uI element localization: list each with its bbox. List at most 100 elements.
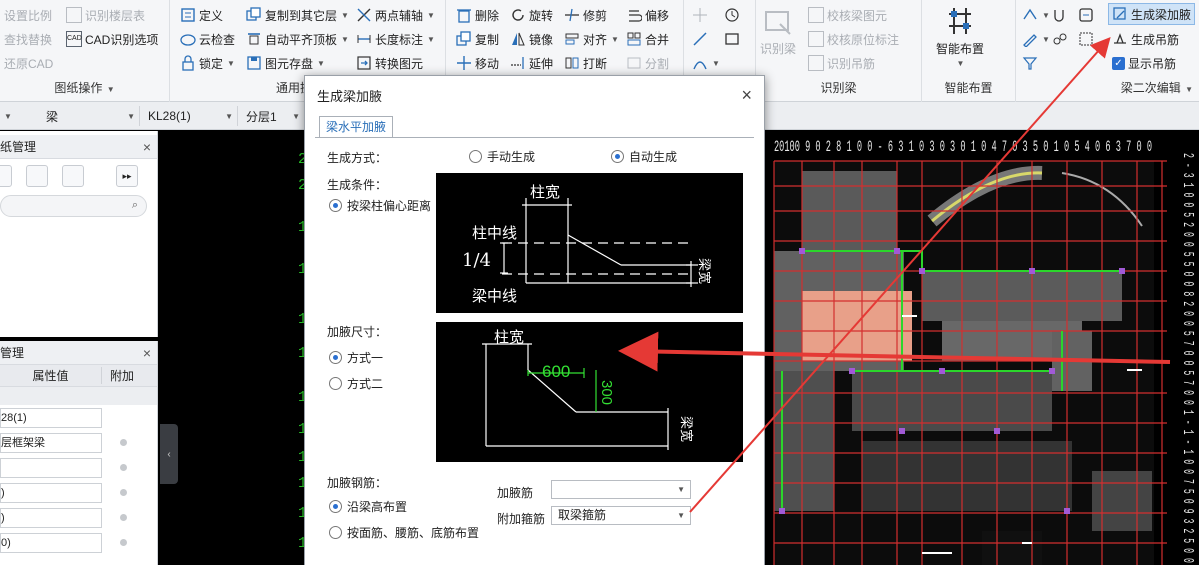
define-button[interactable]: 定义 (180, 4, 223, 26)
save-element-button[interactable]: 图元存盘 ▼ (246, 52, 325, 74)
extra-dot-icon[interactable] (120, 489, 127, 496)
set-scale-button[interactable]: 设置比例 (4, 4, 52, 26)
element-name-value: KL28(1) (148, 109, 191, 123)
collapse-panel-tab[interactable]: ‹ (160, 424, 178, 484)
copy-button[interactable]: 复制 (456, 28, 499, 50)
property-panel-title-text: 管理 (0, 346, 25, 360)
length-dim-button[interactable]: 长度标注 ▼ (356, 28, 435, 50)
manual-generate-label: 手动生成 (487, 150, 536, 164)
clock-icon (724, 7, 740, 23)
tool-e-button[interactable] (1052, 28, 1068, 50)
radio-on-icon (329, 351, 342, 364)
generate-haunch-button[interactable]: 生成梁加腋 (1108, 3, 1196, 25)
convert-element-button[interactable]: 转换图元 (356, 52, 423, 74)
property-value[interactable]: 层框架梁 (0, 432, 102, 453)
restore-cad-button[interactable]: 还原CAD (4, 52, 53, 74)
mode1-radio[interactable]: 方式一 (329, 349, 383, 366)
split-button[interactable]: 分割 (626, 52, 669, 74)
show-hanger-checkbox[interactable]: ✓ 显示吊筋 (1112, 52, 1176, 74)
mode2-radio[interactable]: 方式二 (329, 375, 383, 392)
extra-stirrup-select[interactable]: 取梁箍筋 ▼ (551, 506, 691, 525)
extra-dot-icon[interactable] (120, 464, 127, 471)
mirror-button[interactable]: 镜像 (510, 28, 553, 50)
extend-button[interactable]: 延伸 (510, 52, 553, 74)
drawing-search-input[interactable]: ⌕ (0, 195, 147, 217)
manual-generate-radio[interactable]: 手动生成 (469, 148, 535, 165)
merge-button[interactable]: 合并 (626, 28, 669, 50)
property-value[interactable]: 28(1) (0, 407, 102, 428)
line-tool-button[interactable] (692, 28, 708, 50)
property-value[interactable]: ) (0, 507, 102, 528)
property-value[interactable]: ) (0, 482, 102, 503)
rebar-along-height-radio[interactable]: 沿梁高布置 (329, 498, 407, 515)
rotate-point-button[interactable] (724, 4, 740, 26)
recognize-floor-table-button[interactable]: 识别楼层表 (66, 4, 145, 26)
extra-dot-icon[interactable] (120, 439, 127, 446)
diagram2-beam-width: 梁宽 (678, 416, 694, 442)
tool-g-button[interactable] (1022, 52, 1038, 74)
cad-options-button[interactable]: CAD CAD识别选项 (66, 28, 158, 50)
tool-a-button[interactable]: ▼ (1022, 4, 1050, 26)
break-icon (564, 55, 580, 71)
smart-layout-button[interactable]: 智能布置 ▼ (936, 4, 984, 68)
expand-icon[interactable]: ▸▸ (116, 165, 138, 187)
recognize-hanger-button[interactable]: 识别吊筋 (808, 52, 875, 74)
tool-c-button[interactable] (1078, 4, 1094, 26)
lock-button[interactable]: 锁定 ▼ (180, 52, 235, 74)
tab-horizontal-haunch[interactable]: 梁水平加腋 (319, 116, 394, 138)
extra-dot-icon[interactable] (120, 514, 127, 521)
break-button[interactable]: 打断 (564, 52, 607, 74)
property-value[interactable]: 0) (0, 532, 102, 553)
panel-tool-icon-2[interactable] (26, 165, 48, 187)
hanger-icon (1112, 31, 1128, 47)
panel-tool-icon-3[interactable] (62, 165, 84, 187)
panel-tool-icon-1[interactable] (0, 165, 12, 187)
rotate-icon (510, 7, 526, 23)
close-icon[interactable]: × (143, 139, 151, 155)
rotate-button[interactable]: 旋转 (510, 4, 553, 26)
point-tool-button[interactable] (692, 4, 708, 26)
property-row[interactable]: ) (0, 505, 157, 530)
extra-dot-icon[interactable] (120, 539, 127, 546)
trim-button[interactable]: 修剪 (564, 4, 607, 26)
two-point-axis-button[interactable]: 两点辅轴 ▼ (356, 4, 435, 26)
element-name-select[interactable]: KL28(1) ▼ (144, 106, 238, 126)
grid-layout-icon (943, 4, 977, 38)
condition-eccentric-radio[interactable]: 按梁柱偏心距离 (329, 197, 431, 214)
auto-generate-radio[interactable]: 自动生成 (611, 148, 677, 165)
auto-align-top-button[interactable]: 自动平齐顶板 ▼ (246, 28, 349, 50)
generate-haunch-dialog: 生成梁加腋 × 梁水平加腋 生成方式： 手动生成 自动生成 生成条件： 按梁柱偏… (304, 75, 765, 565)
recognize-beam-button[interactable]: 识别梁 (760, 6, 796, 62)
offset-button[interactable]: 偏移 (626, 4, 669, 26)
tool-d-button[interactable]: ▼ (1022, 28, 1050, 50)
find-replace-button[interactable]: 查找替换 (4, 28, 52, 50)
delete-button[interactable]: 删除 (456, 4, 499, 26)
copy-to-layer-button[interactable]: 复制到其它层 ▼ (246, 4, 349, 26)
layer-select[interactable]: 分层1 ▼ (242, 106, 304, 126)
rect-tool-button[interactable] (724, 28, 740, 50)
tool-f-button[interactable] (1078, 28, 1094, 50)
property-row[interactable]: 28(1) (0, 405, 157, 430)
frame-icon (1078, 7, 1094, 23)
check-annotation-button[interactable]: 校核原位标注 (808, 28, 899, 50)
property-row[interactable] (0, 455, 157, 480)
close-icon[interactable]: × (741, 85, 752, 106)
arc-tool-button[interactable]: ▼ (692, 52, 720, 74)
element-type-select[interactable]: 梁 ▼ (42, 106, 140, 126)
move-button[interactable]: 移动 (456, 52, 499, 74)
selector-left-stub[interactable]: ▼ (0, 106, 34, 126)
cloud-check-button[interactable]: 云检查 (180, 28, 235, 50)
rebar-by-type-radio[interactable]: 按面筋、腰筋、底筋布置 (329, 524, 479, 541)
property-row[interactable]: 0) (0, 530, 157, 555)
property-row[interactable]: 层框架梁 (0, 430, 157, 455)
close-icon[interactable]: × (143, 345, 151, 361)
align-button[interactable]: 对齐 ▼ (564, 28, 619, 50)
column-marker (899, 428, 905, 434)
property-value[interactable] (0, 457, 102, 478)
property-row[interactable]: ) (0, 480, 157, 505)
rebar-by-type-label: 按面筋、腰筋、底筋布置 (347, 526, 480, 540)
tool-b-button[interactable] (1052, 4, 1068, 26)
haunch-bar-select[interactable]: ▼ (551, 480, 691, 499)
check-beam-button[interactable]: 校核梁图元 (808, 4, 887, 26)
generate-hanger-button[interactable]: 生成吊筋 (1112, 28, 1179, 50)
